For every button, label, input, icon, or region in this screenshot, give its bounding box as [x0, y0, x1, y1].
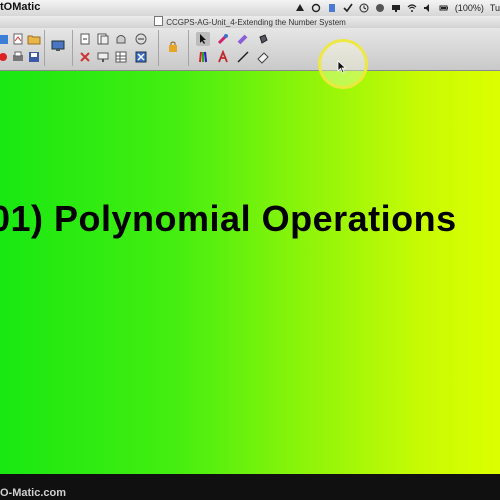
- clock-icon[interactable]: [359, 3, 369, 13]
- mouse-cursor-icon: [337, 60, 347, 74]
- select-arrow-icon[interactable]: [196, 32, 210, 46]
- screen-icon[interactable]: [51, 39, 65, 53]
- toolbar: [0, 28, 500, 71]
- volume-icon[interactable]: [423, 3, 433, 13]
- new-page-icon[interactable]: [11, 32, 25, 46]
- eraser-icon[interactable]: [256, 50, 270, 64]
- slide-title: 01) Polynomial Operations: [0, 198, 457, 239]
- slide-canvas[interactable]: 01) Polynomial Operations: [0, 71, 500, 474]
- close-box-icon[interactable]: [134, 50, 148, 64]
- app-name[interactable]: tOMatic: [0, 1, 40, 13]
- notebook-icon[interactable]: [327, 3, 337, 13]
- app-window: CCGPS-AG-Unit_4-Extending the Number Sys…: [0, 16, 500, 500]
- time-machine-icon[interactable]: [375, 3, 385, 13]
- redo-icon[interactable]: [134, 32, 148, 46]
- toolbar-group-pages: [72, 30, 159, 66]
- magic-pen-icon[interactable]: [216, 32, 230, 46]
- line-tool-icon[interactable]: [236, 50, 250, 64]
- toolbar-group-hold: [158, 30, 189, 66]
- battery-icon[interactable]: [439, 3, 449, 13]
- sync-icon[interactable]: [311, 3, 321, 13]
- battery-percent: (100%): [454, 3, 484, 13]
- fill-bucket-icon[interactable]: [256, 32, 270, 46]
- open-icon[interactable]: [0, 32, 10, 46]
- toolbar-group-file: [0, 30, 45, 66]
- window-title: CCGPS-AG-Unit_4-Extending the Number Sys…: [166, 18, 346, 27]
- page-back-icon[interactable]: [96, 32, 110, 46]
- toolbar-group-tools: [188, 30, 278, 66]
- watermark-text: O-Matic.com: [0, 487, 67, 499]
- display-icon[interactable]: [391, 3, 401, 13]
- toolbar-group-display: [44, 30, 73, 66]
- lock-icon[interactable]: [166, 40, 180, 54]
- bottom-bar: O-Matic.com: [0, 474, 500, 500]
- page-forward-icon[interactable]: [78, 32, 92, 46]
- table-icon[interactable]: [114, 50, 128, 64]
- print-icon[interactable]: [11, 50, 25, 64]
- undo-icon[interactable]: [114, 32, 128, 46]
- text-tool-icon[interactable]: [216, 50, 230, 64]
- save-icon[interactable]: [27, 50, 41, 64]
- checkmark-icon[interactable]: [343, 3, 353, 13]
- menu-bar: tOMatic (100%) Tu: [0, 0, 500, 17]
- clock-day[interactable]: Tu: [490, 3, 500, 13]
- clear-icon[interactable]: [78, 50, 92, 64]
- document-icon: [154, 16, 164, 26]
- wifi-icon[interactable]: [407, 3, 417, 13]
- pens-icon[interactable]: [196, 50, 210, 64]
- fill-icon[interactable]: [96, 50, 110, 64]
- status-tray: (100%) Tu: [295, 1, 500, 15]
- record-icon[interactable]: [0, 50, 10, 64]
- highlighter-icon[interactable]: [236, 32, 250, 46]
- window-titlebar[interactable]: CCGPS-AG-Unit_4-Extending the Number Sys…: [0, 16, 500, 28]
- dropbox-icon[interactable]: [295, 3, 305, 13]
- folder-icon[interactable]: [27, 32, 41, 46]
